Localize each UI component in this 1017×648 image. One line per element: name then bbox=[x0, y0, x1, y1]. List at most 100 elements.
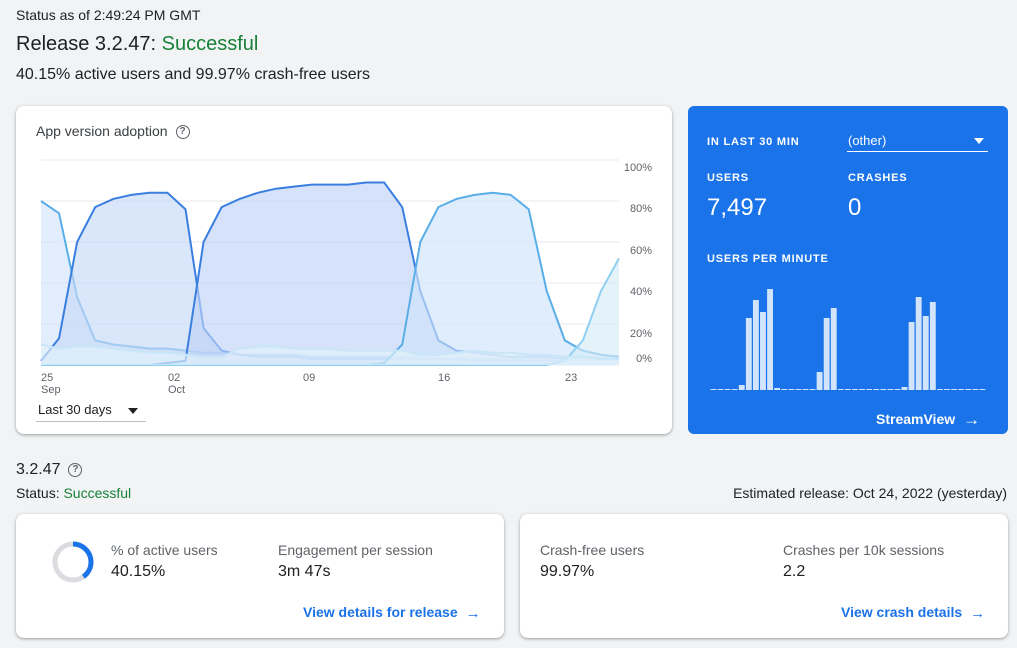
x-tick-label: Sep bbox=[41, 384, 61, 396]
view-crash-link[interactable]: View crash details → bbox=[841, 604, 985, 622]
users-per-minute-bar bbox=[731, 389, 738, 390]
engagement-metric: Engagement per session 3m 47s bbox=[278, 542, 433, 581]
users-per-minute-bar bbox=[908, 322, 915, 390]
users-per-minute-bar bbox=[866, 389, 873, 390]
y-tick-label: 0% bbox=[636, 353, 652, 365]
chevron-down-icon bbox=[128, 408, 138, 414]
range-select-value: Last 30 days bbox=[38, 402, 112, 417]
y-tick-label: 40% bbox=[630, 286, 652, 298]
users-per-minute-bar bbox=[717, 389, 724, 390]
active-users-value: 40.15% bbox=[111, 563, 166, 580]
users-per-minute-label: USERS PER MINUTE bbox=[707, 253, 829, 265]
crash-free-label: Crash-free users bbox=[540, 542, 645, 558]
arrow-right-icon: → bbox=[963, 410, 981, 429]
active-users-metric: % of active users 40.15% bbox=[111, 542, 218, 581]
y-tick-label: 100% bbox=[624, 162, 652, 174]
users-per-minute-bar bbox=[752, 300, 759, 390]
active-users-donut bbox=[52, 541, 94, 583]
users-per-minute-bar bbox=[809, 389, 816, 390]
crash-free-metric: Crash-free users 99.97% bbox=[540, 542, 644, 581]
active-users-label: % of active users bbox=[111, 542, 218, 558]
help-icon[interactable]: ? bbox=[68, 462, 83, 477]
users-per-minute-bar bbox=[958, 389, 965, 390]
users-per-minute-bar bbox=[922, 316, 929, 390]
status-time: Status as of 2:49:24 PM GMT bbox=[16, 7, 201, 23]
view-crash-label: View crash details bbox=[841, 604, 963, 620]
version-select[interactable]: (other) bbox=[847, 130, 988, 152]
users-per-minute-bar bbox=[965, 389, 972, 390]
users-per-minute-bar bbox=[724, 389, 731, 390]
release-status: Successful bbox=[161, 33, 259, 55]
help-icon[interactable]: ? bbox=[175, 125, 190, 140]
users-per-minute-bar bbox=[979, 389, 986, 390]
engagement-label: Engagement per session bbox=[278, 542, 433, 558]
users-per-minute-bar bbox=[788, 389, 795, 390]
users-per-minute-bar bbox=[844, 389, 851, 390]
users-per-minute-bar bbox=[760, 312, 766, 390]
users-per-minute-bar bbox=[901, 387, 908, 390]
users-per-minute-bar bbox=[894, 389, 901, 390]
users-per-minute-bar bbox=[929, 302, 936, 390]
crashes-per-10k-metric: Crashes per 10k sessions 2.2 bbox=[783, 542, 944, 581]
version-select-value: (other) bbox=[848, 133, 887, 148]
users-per-minute-chart bbox=[710, 289, 986, 390]
users-per-minute-bar bbox=[802, 389, 809, 390]
version-number: 3.2.47 bbox=[16, 461, 61, 478]
arrow-right-icon: → bbox=[465, 605, 481, 622]
users-per-minute-bar bbox=[795, 389, 802, 390]
status-prefix: Status: bbox=[16, 485, 64, 501]
crash-free-value: 99.97% bbox=[540, 563, 595, 580]
users-per-minute-bar bbox=[852, 389, 858, 390]
users-per-minute-bar bbox=[830, 308, 837, 390]
crashes-per-10k-value: 2.2 bbox=[783, 563, 806, 580]
engagement-value: 3m 47s bbox=[278, 563, 331, 580]
last-30-min-label: IN LAST 30 MIN bbox=[707, 136, 800, 148]
version-status: Status: Successful bbox=[16, 485, 131, 501]
users-per-minute-bar bbox=[738, 385, 745, 390]
users-per-minute-bar bbox=[745, 318, 752, 390]
crashes-value: 0 bbox=[848, 194, 862, 221]
release-prefix: Release 3.2.47: bbox=[16, 33, 162, 55]
streamview-label: StreamView bbox=[876, 411, 956, 427]
users-per-minute-bar bbox=[880, 389, 887, 390]
adoption-title: App version adoption? bbox=[36, 123, 190, 140]
users-per-minute-bar bbox=[972, 389, 979, 390]
version-title: 3.2.47? bbox=[16, 461, 83, 479]
x-tick-label: 25 bbox=[41, 372, 53, 384]
y-tick-label: 80% bbox=[630, 203, 652, 215]
x-tick-label: 09 bbox=[303, 372, 315, 384]
users-per-minute-bar bbox=[774, 388, 781, 390]
view-release-link[interactable]: View details for release → bbox=[303, 604, 481, 622]
users-per-minute-bar bbox=[859, 389, 865, 390]
users-per-minute-bar bbox=[823, 318, 830, 390]
users-per-minute-bar bbox=[781, 389, 788, 390]
release-summary: 40.15% active users and 99.97% crash-fre… bbox=[16, 66, 370, 83]
x-tick-label: 16 bbox=[438, 372, 450, 384]
users-per-minute-bar bbox=[767, 289, 773, 390]
users-per-minute-bar bbox=[951, 389, 957, 390]
users-per-minute-bar bbox=[915, 297, 922, 390]
range-select[interactable]: Last 30 days bbox=[36, 398, 146, 422]
adoption-chart: 100% 80% 60% 40% 20% 0% 25Sep 02Oct 09 16 23 bbox=[40, 159, 652, 396]
streamview-link[interactable]: StreamView → bbox=[876, 410, 980, 430]
y-tick-label: 60% bbox=[630, 245, 652, 257]
release-title: Release 3.2.47: Successful bbox=[16, 33, 258, 56]
x-tick-label: Oct bbox=[168, 384, 185, 396]
users-per-minute-bar bbox=[944, 389, 950, 390]
estimated-release: Estimated release: Oct 24, 2022 (yesterd… bbox=[733, 485, 1007, 501]
x-tick-label: 02 bbox=[168, 372, 180, 384]
crashes-per-10k-label: Crashes per 10k sessions bbox=[783, 542, 945, 558]
users-label: USERS bbox=[707, 172, 749, 184]
users-per-minute-bar bbox=[936, 389, 943, 390]
users-per-minute-bar bbox=[837, 389, 844, 390]
adoption-card: 100% 80% 60% 40% 20% 0% 25 Sep 02 Oct 09 16 23 App v… bbox=[16, 106, 672, 434]
adoption-metrics-card: % of active users 40.15% Engagement per … bbox=[16, 514, 504, 638]
realtime-card: IN LAST 30 MIN (other) USERS 7,497 CRASH… bbox=[688, 106, 1008, 434]
x-tick-label: 23 bbox=[565, 372, 577, 384]
crashes-label: CRASHES bbox=[848, 172, 908, 184]
y-tick-label: 20% bbox=[630, 328, 652, 340]
adoption-title-text: App version adoption bbox=[36, 123, 168, 139]
users-per-minute-bar bbox=[710, 389, 717, 390]
users-per-minute-bar bbox=[816, 372, 823, 390]
arrow-right-icon: → bbox=[970, 605, 986, 622]
